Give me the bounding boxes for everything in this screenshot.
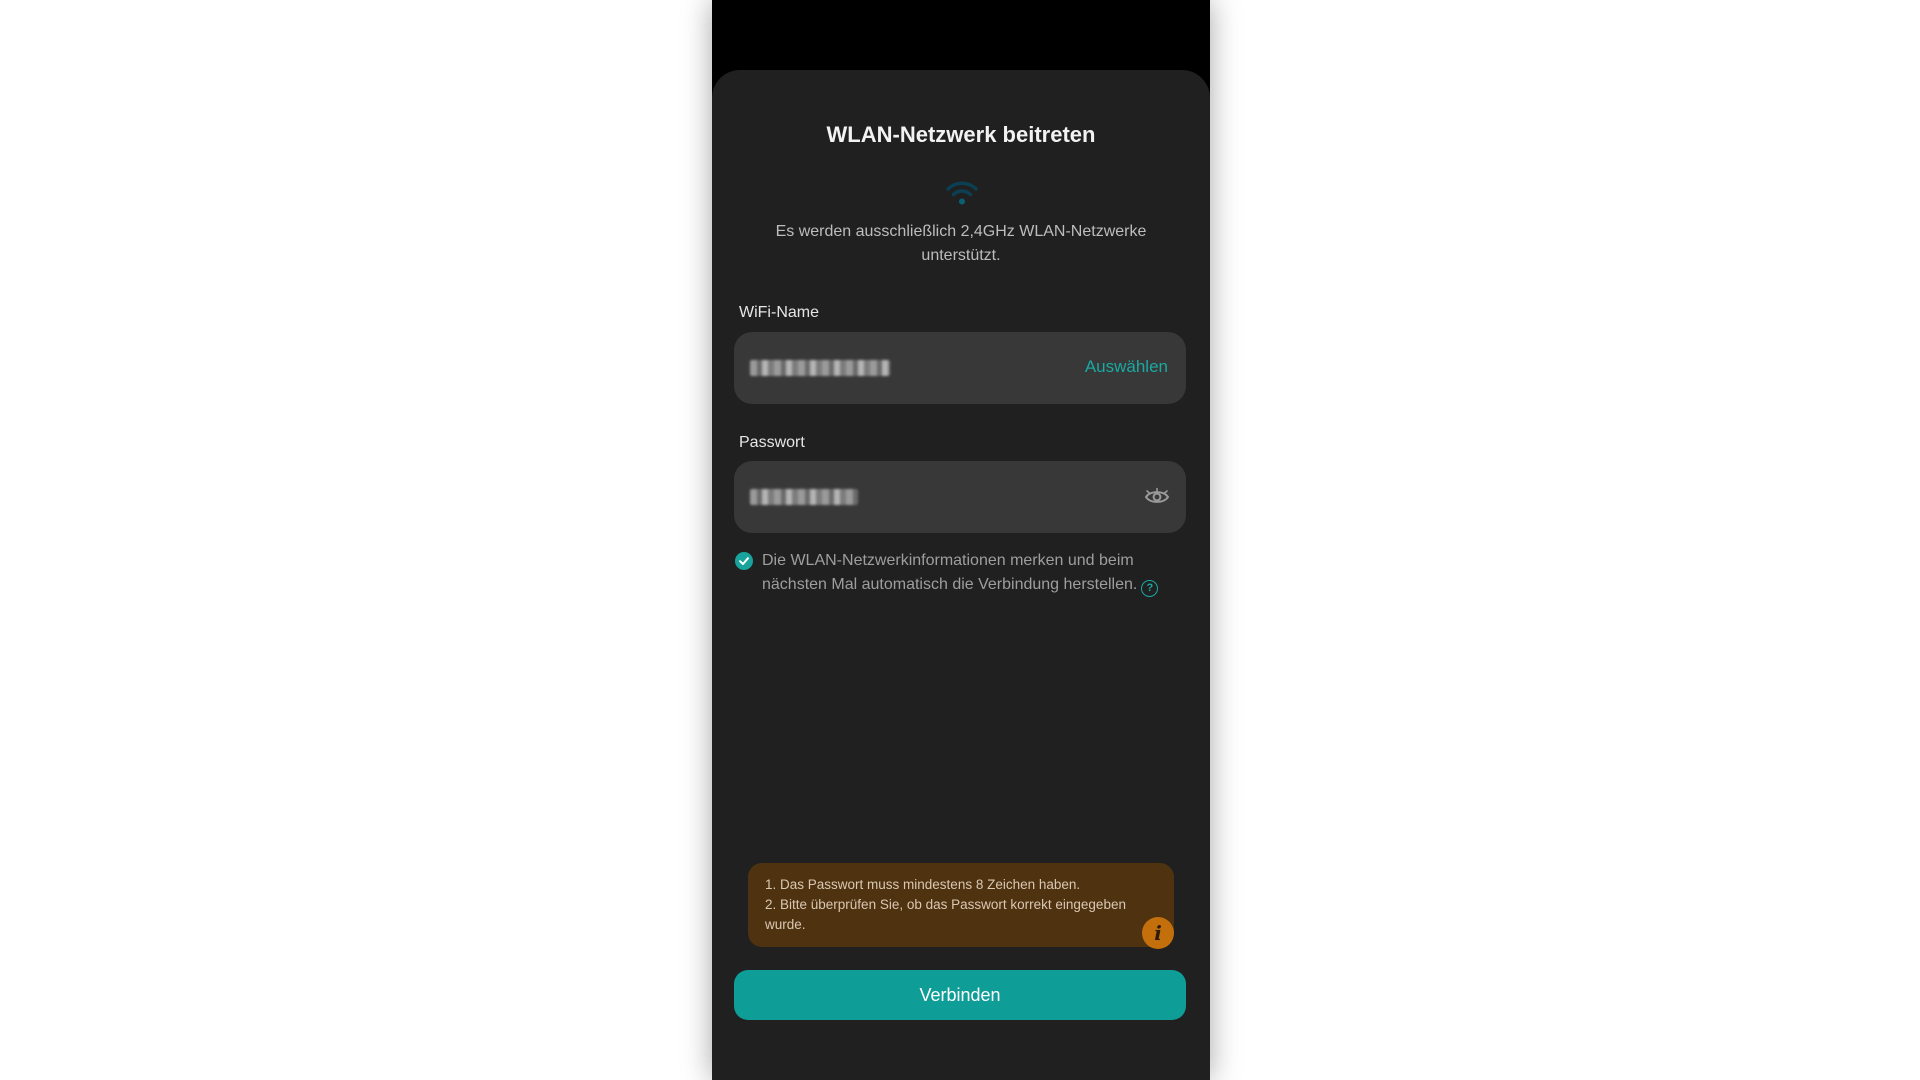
frequency-notice: Es werden ausschließlich 2,4GHz WLAN-Net… [775,223,1147,264]
password-field[interactable] [734,461,1186,533]
wifi-name-field[interactable]: Auswählen [734,332,1186,404]
remember-network-text: Die WLAN-Netzwerkinformationen merken un… [762,549,1182,597]
password-hint-text: 1. Das Passwort muss mindestens 8 Zeiche… [765,875,1145,935]
help-icon[interactable]: ? [1141,580,1159,597]
phone-screen: WLAN-Netzwerk beitreten Es werden aussch… [712,0,1210,1080]
info-icon: i [1142,917,1174,949]
wifi-icon [946,181,978,205]
wifi-name-label: WiFi-Name [739,304,819,321]
password-value-redacted [750,489,858,505]
hint-line-1: 1. Das Passwort muss mindestens 8 Zeiche… [765,877,1081,892]
select-network-button[interactable]: Auswählen [1085,357,1168,377]
remember-checkbox[interactable] [735,552,753,570]
wifi-name-value-redacted [750,360,890,376]
dialog-title: WLAN-Netzwerk beitreten [826,122,1096,147]
checkmark-icon [739,557,749,565]
password-hint-box: 1. Das Passwort muss mindestens 8 Zeiche… [748,863,1174,949]
hint-line-2: 2. Bitte überprüfen Sie, ob das Passwort… [765,897,1126,932]
eye-icon[interactable] [1144,487,1170,507]
connect-button[interactable]: Verbinden [734,970,1186,1020]
wifi-join-sheet: WLAN-Netzwerk beitreten Es werden aussch… [712,70,1210,1080]
remember-network-label: Die WLAN-Netzwerkinformationen merken un… [762,552,1138,593]
password-label: Passwort [739,434,805,451]
